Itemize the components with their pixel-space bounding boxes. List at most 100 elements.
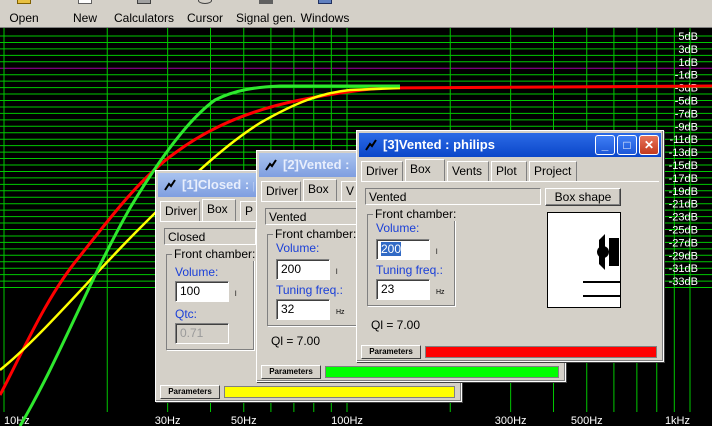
volume-unit: l	[336, 269, 338, 276]
y-tick-label: -15dB	[669, 160, 698, 172]
new-button[interactable]: New	[64, 0, 106, 27]
box-type-field: Vented	[265, 208, 359, 225]
volume-input[interactable]: 100	[175, 281, 229, 302]
y-tick-label: -21dB	[669, 199, 698, 211]
new-label: New	[72, 11, 97, 25]
x-axis-labels: 10Hz 30Hz 50Hz 100Hz 300Hz 500Hz 1kHz	[4, 415, 690, 426]
close-button[interactable]: ✕	[639, 135, 659, 155]
volume-label: Volume:	[376, 221, 420, 235]
y-tick-label: -23dB	[669, 212, 698, 224]
volume-input[interactable]: 200	[376, 239, 430, 260]
y-tick-label: -19dB	[669, 186, 698, 198]
cursor-button[interactable]: Cursor	[182, 0, 228, 27]
speaker-icon	[365, 139, 377, 151]
box-type-field: Vented	[365, 188, 541, 205]
qtc-input: 0.71	[175, 323, 229, 344]
vented3-statusbar: Parameters	[361, 345, 659, 359]
curve-color-bar	[224, 386, 455, 398]
front-chamber-caption: Front chamber:	[273, 227, 359, 241]
signal-generator-button[interactable]: Signal gen.	[234, 0, 298, 27]
windows-label: Windows	[300, 11, 350, 25]
x-tick-label: 1kHz	[665, 415, 690, 426]
tab-driver[interactable]: Driver	[361, 161, 403, 181]
vented3-box-page: Vented Box shape Front chamber: Volume: …	[361, 181, 659, 343]
tuning-freq-label: Tuning freq.:	[376, 263, 443, 277]
y-axis-labels: 5dB3dB1dB-1dB-3dB-5dB-7dB-9dB-11dB-13dB-…	[669, 31, 698, 288]
y-tick-label: -5dB	[675, 96, 698, 108]
curve-color-bar	[325, 366, 559, 378]
signal-generator-label: Signal gen.	[235, 11, 297, 25]
tuning-freq-label: Tuning freq.:	[276, 283, 343, 297]
qtc-label: Qtc:	[175, 307, 198, 321]
y-tick-label: -27dB	[669, 237, 698, 249]
ql-value: Ql = 7.00	[371, 318, 421, 332]
vented3-window-title: [3]Vented : philips	[383, 137, 495, 152]
x-tick-label: 50Hz	[231, 415, 257, 426]
y-tick-label: -11dB	[669, 134, 698, 146]
minimize-button[interactable]: _	[595, 135, 615, 155]
parameters-button[interactable]: Parameters	[160, 385, 220, 399]
open-folder-icon	[17, 0, 31, 4]
tab-driver[interactable]: Driver	[160, 201, 200, 221]
y-tick-label: 5dB	[678, 31, 698, 43]
volume-unit: l	[235, 291, 237, 298]
y-tick-label: -31dB	[669, 263, 698, 275]
vented-box-window-3[interactable]: [3]Vented : philips _ □ ✕ Driver Box Ven…	[356, 130, 664, 362]
x-tick-label: 300Hz	[495, 415, 527, 426]
tab-project[interactable]: Project	[529, 161, 577, 181]
tab-box[interactable]: Box	[405, 159, 445, 181]
maximize-button[interactable]: □	[617, 135, 637, 155]
tab-plot[interactable]: Plot	[491, 161, 527, 181]
cursor-label: Cursor	[186, 11, 223, 25]
windows-button[interactable]: Windows	[300, 0, 350, 27]
y-tick-label: -7dB	[675, 108, 698, 120]
volume-unit: l	[436, 249, 438, 256]
closed-statusbar: Parameters	[160, 385, 457, 399]
front-chamber-group: Front chamber: Volume: 200 l Tuning freq…	[267, 227, 359, 326]
tab-box[interactable]: Box	[303, 179, 337, 201]
volume-label: Volume:	[276, 241, 320, 255]
calculator-icon	[137, 0, 151, 4]
new-document-icon	[78, 0, 92, 4]
calculators-label: Calculators	[113, 11, 175, 25]
volume-label: Volume:	[175, 265, 219, 279]
speaker-icon	[265, 159, 277, 171]
tab-vents[interactable]: Vents	[447, 161, 489, 181]
closed-window-title: [1]Closed : p	[182, 177, 254, 192]
y-tick-label: -3dB	[675, 83, 698, 95]
ql-value: Ql = 7.00	[271, 334, 321, 348]
parameters-button[interactable]: Parameters	[361, 345, 421, 359]
y-tick-label: 1dB	[678, 57, 698, 69]
open-button[interactable]: Open	[0, 0, 48, 27]
vented2-statusbar: Parameters	[261, 365, 561, 379]
front-chamber-group: Front chamber: Volume: 200 l Tuning freq…	[367, 207, 459, 306]
tab-driver[interactable]: Driver	[261, 181, 301, 201]
tuning-freq-input[interactable]: 23	[376, 279, 430, 300]
calculators-button[interactable]: Calculators	[112, 0, 176, 27]
curve-color-bar	[425, 346, 657, 358]
cursor-icon	[198, 0, 212, 4]
tuning-freq-unit: Hz	[336, 309, 345, 316]
front-chamber-group: Front chamber: Volume: 100 l Qtc: 0.71	[166, 247, 258, 350]
volume-input[interactable]: 200	[276, 259, 330, 280]
y-tick-label: -17dB	[669, 173, 698, 185]
speaker-icon	[164, 179, 176, 191]
volume-selected-text: 200	[381, 242, 402, 256]
tuning-freq-unit: Hz	[436, 289, 445, 296]
box-shape-preview	[547, 212, 621, 308]
tuning-freq-input[interactable]: 32	[276, 299, 330, 320]
front-chamber-caption: Front chamber:	[373, 207, 459, 221]
front-chamber-caption: Front chamber:	[172, 247, 258, 261]
y-tick-label: -13dB	[669, 147, 698, 159]
tab-box[interactable]: Box	[202, 199, 236, 221]
toolbar: Open New Calculators Cursor Signal gen. …	[0, 0, 712, 28]
y-tick-label: -25dB	[669, 225, 698, 237]
y-tick-label: -33dB	[669, 276, 698, 288]
box-shape-button[interactable]: Box shape	[545, 188, 621, 206]
x-tick-label: 100Hz	[331, 415, 363, 426]
signal-generator-icon	[259, 0, 273, 4]
vented3-window-titlebar[interactable]: [3]Vented : philips _ □ ✕	[359, 133, 661, 157]
parameters-button[interactable]: Parameters	[261, 365, 321, 379]
windows-icon	[318, 0, 332, 4]
y-tick-label: -1dB	[675, 70, 698, 82]
